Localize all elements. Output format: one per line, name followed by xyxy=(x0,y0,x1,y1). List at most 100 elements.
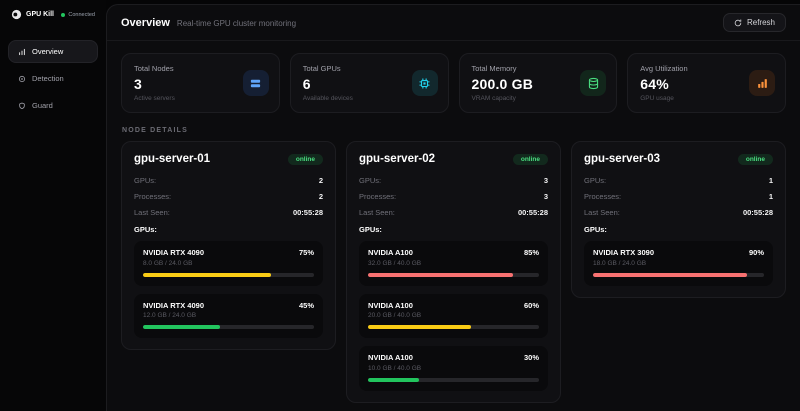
main-panel: Overview Real-time GPU cluster monitorin… xyxy=(106,4,800,411)
gpu-list-label: GPUs: xyxy=(134,225,323,234)
utilization-bar-fill xyxy=(593,273,747,277)
app-logo-icon xyxy=(11,9,22,20)
gpu-memory: 12.0 GB / 24.0 GB xyxy=(143,312,314,319)
node-name: gpu-server-03 xyxy=(584,153,660,165)
sidebar-item-detection[interactable]: Detection xyxy=(8,67,98,90)
last-seen-value: 00:55:28 xyxy=(743,208,773,217)
connection-label: Connected xyxy=(68,12,95,18)
connection-status: Connected xyxy=(61,12,95,18)
target-icon xyxy=(18,75,26,83)
processes-count: 3 xyxy=(544,192,548,201)
app-logo-row: GPU Kill Connected xyxy=(8,9,98,20)
gpu-memory: 18.0 GB / 24.0 GB xyxy=(593,260,764,267)
stat-card-avg-utilization: Avg Utilization 64% GPU usage xyxy=(627,53,786,113)
gpus-label: GPUs: xyxy=(359,176,381,185)
utilization-bar-fill xyxy=(368,325,471,329)
gpu-utilization: 30% xyxy=(524,353,539,362)
page-title: Overview xyxy=(121,17,170,29)
stat-card-total-nodes: Total Nodes 3 Active servers xyxy=(121,53,280,113)
processes-label: Processes: xyxy=(134,192,171,201)
refresh-button[interactable]: Refresh xyxy=(723,13,786,32)
shield-icon xyxy=(18,102,26,110)
utilization-bar-track xyxy=(368,273,539,277)
gpu-row: NVIDIA RTX 4090 45% 12.0 GB / 24.0 GB xyxy=(134,294,323,339)
gpu-name: NVIDIA A100 xyxy=(368,248,413,257)
utilization-bar-track xyxy=(143,325,314,329)
gpu-name: NVIDIA A100 xyxy=(368,353,413,362)
bar-chart-icon xyxy=(749,70,775,96)
stat-sub: VRAM capacity xyxy=(472,95,605,102)
node-card-gpu-server-01: gpu-server-01 online GPUs:2 Processes:2 … xyxy=(121,141,336,350)
app-name: GPU Kill xyxy=(26,11,54,18)
sidebar-item-label: Detection xyxy=(32,74,64,83)
gpu-row: NVIDIA RTX 3090 90% 18.0 GB / 24.0 GB xyxy=(584,241,773,286)
page-subtitle: Real-time GPU cluster monitoring xyxy=(177,19,296,28)
gpu-memory: 20.0 GB / 40.0 GB xyxy=(368,312,539,319)
page-header: Overview Real-time GPU cluster monitorin… xyxy=(107,5,800,41)
chip-icon xyxy=(412,70,438,96)
content: Total Nodes 3 Active servers Total GPUs … xyxy=(107,41,800,411)
sidebar: GPU Kill Connected Overview Detection Gu… xyxy=(0,0,106,411)
stat-sub: GPU usage xyxy=(640,95,773,102)
gpu-list-label: GPUs: xyxy=(584,225,773,234)
gpu-memory: 32.0 GB / 40.0 GB xyxy=(368,260,539,267)
last-seen-label: Last Seen: xyxy=(359,208,395,217)
node-name: gpu-server-01 xyxy=(134,153,210,165)
processes-count: 2 xyxy=(319,192,323,201)
gpu-utilization: 60% xyxy=(524,301,539,310)
bar-chart-icon xyxy=(18,48,26,56)
utilization-bar-fill xyxy=(368,378,419,382)
utilization-bar-track xyxy=(593,273,764,277)
node-card-gpu-server-02: gpu-server-02 online GPUs:3 Processes:3 … xyxy=(346,141,561,403)
stat-card-total-gpus: Total GPUs 6 Available devices xyxy=(290,53,449,113)
gpu-utilization: 75% xyxy=(299,248,314,257)
sidebar-item-guard[interactable]: Guard xyxy=(8,94,98,117)
gpu-name: NVIDIA RTX 4090 xyxy=(143,248,204,257)
utilization-bar-track xyxy=(368,378,539,382)
gpu-name: NVIDIA A100 xyxy=(368,301,413,310)
stat-card-total-memory: Total Memory 200.0 GB VRAM capacity xyxy=(459,53,618,113)
gpu-row: NVIDIA A100 30% 10.0 GB / 40.0 GB xyxy=(359,346,548,391)
gpu-name: NVIDIA RTX 4090 xyxy=(143,301,204,310)
gpu-row: NVIDIA A100 60% 20.0 GB / 40.0 GB xyxy=(359,294,548,339)
refresh-label: Refresh xyxy=(747,18,775,27)
status-badge: online xyxy=(513,154,548,165)
utilization-bar-fill xyxy=(143,273,271,277)
last-seen-label: Last Seen: xyxy=(584,208,620,217)
gpu-memory: 10.0 GB / 40.0 GB xyxy=(368,365,539,372)
database-icon xyxy=(580,70,606,96)
status-badge: online xyxy=(288,154,323,165)
stat-sub: Active servers xyxy=(134,95,267,102)
gpu-memory: 8.0 GB / 24.0 GB xyxy=(143,260,314,267)
gpu-row: NVIDIA RTX 4090 75% 8.0 GB / 24.0 GB xyxy=(134,241,323,286)
connected-dot-icon xyxy=(61,13,65,17)
server-icon xyxy=(243,70,269,96)
status-badge: online xyxy=(738,154,773,165)
stat-sub: Available devices xyxy=(303,95,436,102)
gpus-label: GPUs: xyxy=(134,176,156,185)
processes-label: Processes: xyxy=(359,192,396,201)
sidebar-item-overview[interactable]: Overview xyxy=(8,40,98,63)
sidebar-item-label: Guard xyxy=(32,101,53,110)
utilization-bar-fill xyxy=(143,325,220,329)
gpus-count: 1 xyxy=(769,176,773,185)
node-card-gpu-server-03: gpu-server-03 online GPUs:1 Processes:1 … xyxy=(571,141,786,298)
node-name: gpu-server-02 xyxy=(359,153,435,165)
stats-grid: Total Nodes 3 Active servers Total GPUs … xyxy=(121,53,786,113)
utilization-bar-fill xyxy=(368,273,513,277)
utilization-bar-track xyxy=(368,325,539,329)
gpu-utilization: 45% xyxy=(299,301,314,310)
gpu-row: NVIDIA A100 85% 32.0 GB / 40.0 GB xyxy=(359,241,548,286)
gpus-count: 2 xyxy=(319,176,323,185)
gpu-utilization: 85% xyxy=(524,248,539,257)
refresh-icon xyxy=(734,19,742,27)
last-seen-label: Last Seen: xyxy=(134,208,170,217)
gpu-name: NVIDIA RTX 3090 xyxy=(593,248,654,257)
sidebar-item-label: Overview xyxy=(32,47,63,56)
gpus-label: GPUs: xyxy=(584,176,606,185)
gpu-utilization: 90% xyxy=(749,248,764,257)
gpus-count: 3 xyxy=(544,176,548,185)
gpu-list-label: GPUs: xyxy=(359,225,548,234)
last-seen-value: 00:55:28 xyxy=(293,208,323,217)
processes-count: 1 xyxy=(769,192,773,201)
